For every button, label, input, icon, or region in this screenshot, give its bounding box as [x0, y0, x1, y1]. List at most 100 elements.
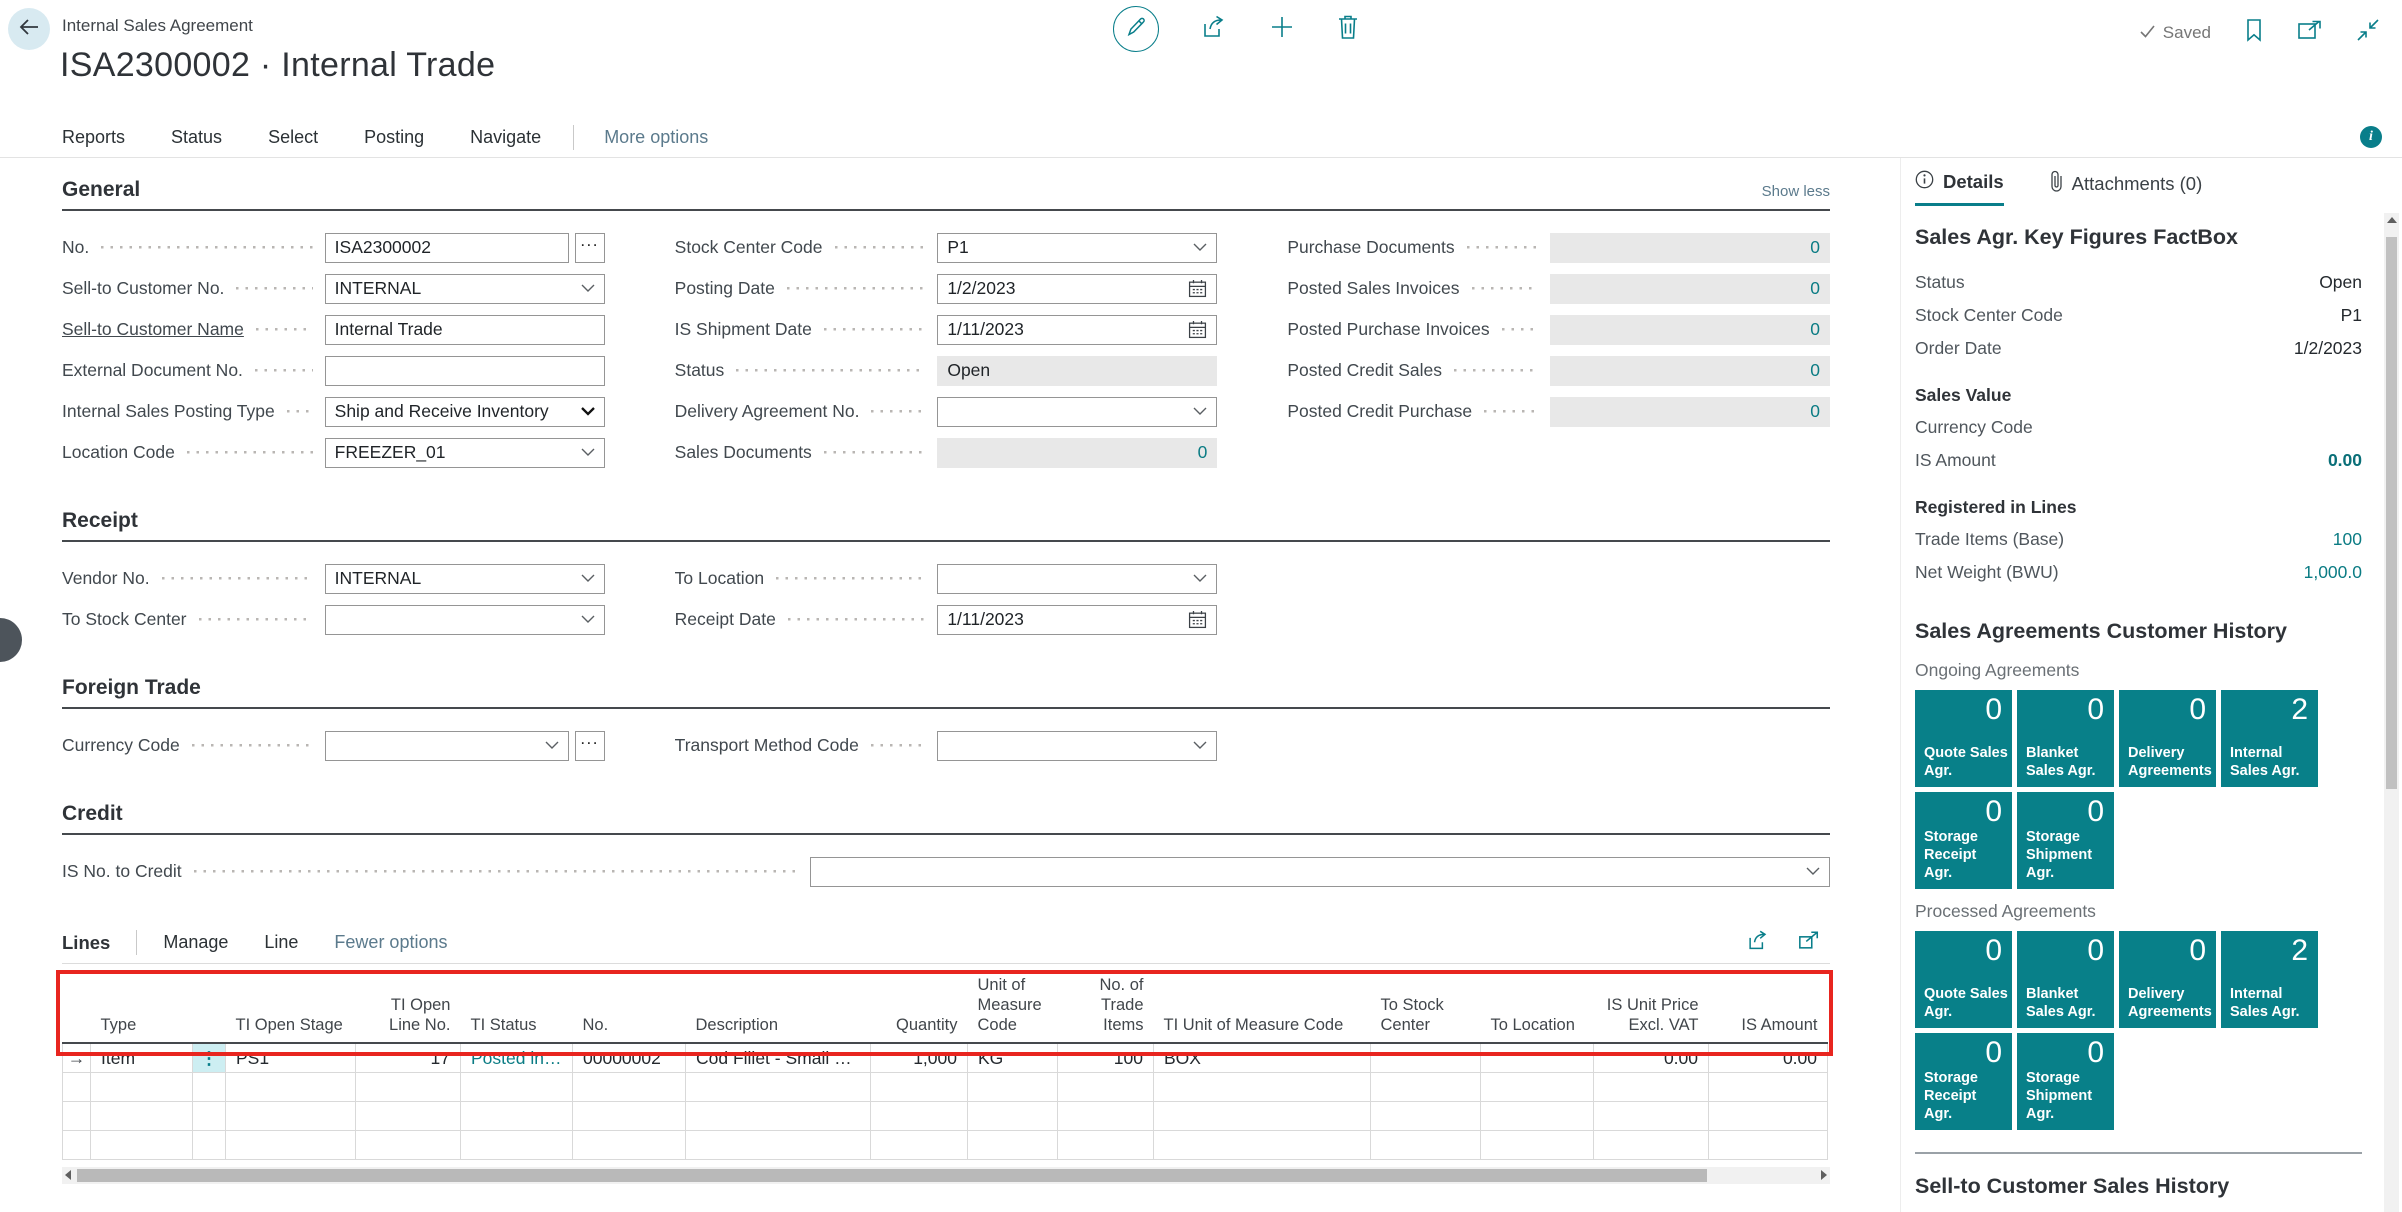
cell-amount[interactable]: 0.00 [1708, 1043, 1828, 1073]
back-button[interactable] [8, 8, 50, 50]
collapse-button[interactable] [2356, 18, 2380, 47]
drilldown-link[interactable]: 0 [1810, 360, 1820, 381]
info-button[interactable] [2360, 126, 2382, 148]
edit-button[interactable] [1113, 6, 1159, 52]
more-options-button[interactable]: More options [604, 127, 708, 148]
drilldown-link[interactable]: 0 [1810, 237, 1820, 258]
drilldown-link[interactable]: 0 [1810, 319, 1820, 340]
drilldown-link[interactable]: 0 [1198, 442, 1208, 463]
assist-edit-button[interactable] [574, 730, 605, 761]
tile-delivery-agreements[interactable]: 0 Delivery Agreements [2119, 690, 2216, 787]
tile-storage-receipt-agr[interactable]: 0 Storage Receipt Agr. [1915, 1033, 2012, 1130]
lines-menu-line[interactable]: Line [264, 932, 298, 953]
tile-storage-receipt-agr[interactable]: 0 Storage Receipt Agr. [1915, 792, 2012, 889]
field-input-currency-code[interactable] [324, 730, 569, 761]
cell-unit_price[interactable]: 0.00 [1593, 1043, 1709, 1073]
drilldown-link[interactable]: 0 [1810, 278, 1820, 299]
chevron-down-icon[interactable] [1187, 741, 1207, 750]
field-input-is-no-to-credit[interactable] [810, 856, 1830, 887]
lines-menu-manage[interactable]: Manage [163, 932, 228, 953]
assist-edit-button[interactable] [574, 232, 605, 263]
tile-blanket-sales-agr[interactable]: 0 Blanket Sales Agr. [2017, 690, 2114, 787]
row-more-options-button[interactable]: ⋮ [192, 1043, 226, 1073]
cell-ti_open_line_no[interactable]: 17 [355, 1043, 461, 1073]
menu-item-navigate[interactable]: Navigate [470, 127, 541, 148]
open-in-new-window-button[interactable] [2297, 19, 2322, 46]
panel-scrollbar[interactable] [2384, 213, 2399, 1212]
field-input-is-shipment-date[interactable]: 1/11/2023 [937, 314, 1218, 345]
chevron-down-icon[interactable] [539, 741, 559, 750]
chevron-down-icon[interactable] [575, 574, 595, 583]
field-input-delivery-agreement-no[interactable] [937, 396, 1218, 427]
field-input-sell-to-customer-no[interactable]: INTERNAL [324, 273, 605, 304]
scroll-up-arrow[interactable] [2386, 217, 2397, 223]
section-general-title[interactable]: General [62, 178, 140, 202]
chevron-down-icon[interactable] [575, 615, 595, 624]
tile-quote-sales-agr[interactable]: 0 Quote Sales Agr. [1915, 931, 2012, 1028]
cell-to_stock_center[interactable] [1370, 1043, 1481, 1073]
panel-scrollbar-thumb[interactable] [2386, 237, 2397, 789]
calendar-icon[interactable] [1182, 610, 1207, 629]
row-select-arrow[interactable]: → [62, 1043, 91, 1073]
section-foreign-trade-title[interactable]: Foreign Trade [62, 676, 201, 700]
chevron-down-icon[interactable] [575, 448, 595, 457]
field-input-sell-to-customer-name[interactable]: Internal Trade [324, 314, 605, 345]
tile-blanket-sales-agr[interactable]: 0 Blanket Sales Agr. [2017, 931, 2114, 1028]
cell-ti_uom[interactable]: BOX [1153, 1043, 1371, 1073]
field-input-to-location[interactable] [937, 563, 1218, 594]
calendar-icon[interactable] [1182, 320, 1207, 339]
tile-storage-shipment-agr[interactable]: 0 Storage Shipment Agr. [2017, 792, 2114, 889]
menu-item-select[interactable]: Select [268, 127, 318, 148]
tab-attachments[interactable]: Attachments (0) [2050, 170, 2202, 207]
panel-expand-handle[interactable] [0, 618, 22, 662]
field-input-vendor-no[interactable]: INTERNAL [324, 563, 605, 594]
chevron-down-icon[interactable] [1800, 867, 1820, 876]
factbox-value-link[interactable]: 100 [2333, 529, 2362, 550]
field-input-receipt-date[interactable]: 1/11/2023 [937, 604, 1218, 635]
bookmark-button[interactable] [2245, 18, 2263, 47]
section-credit-title[interactable]: Credit [62, 802, 123, 826]
chevron-down-icon[interactable] [575, 284, 595, 293]
scrollbar-thumb[interactable] [77, 1168, 1707, 1182]
horizontal-scrollbar[interactable] [62, 1166, 1830, 1184]
tile-storage-shipment-agr[interactable]: 0 Storage Shipment Agr. [2017, 1033, 2114, 1130]
cell-description[interactable]: Cod Fillet - Small Fillet [685, 1043, 871, 1073]
scroll-left-arrow[interactable] [65, 1170, 71, 1181]
cell-ti_open_stage[interactable]: PS1 [225, 1043, 356, 1073]
cell-ti_status[interactable]: Posted in (Na... [460, 1043, 573, 1073]
cell-uom[interactable]: KG [967, 1043, 1058, 1073]
field-input-internal-sales-posting-type[interactable]: Ship and Receive Inventory [324, 396, 605, 427]
cell-type[interactable]: Item [90, 1043, 193, 1073]
cell-trade_items[interactable]: 100 [1057, 1043, 1154, 1073]
new-button[interactable] [1269, 14, 1295, 45]
factbox-value-link[interactable]: 1,000.0 [2304, 562, 2362, 583]
tile-internal-sales-agr[interactable]: 2 Internal Sales Agr. [2221, 931, 2318, 1028]
lines-open-in-new-button[interactable] [1798, 930, 1820, 956]
tile-quote-sales-agr[interactable]: 0 Quote Sales Agr. [1915, 690, 2012, 787]
drilldown-link[interactable]: 0 [1810, 401, 1820, 422]
field-input-posting-date[interactable]: 1/2/2023 [937, 273, 1218, 304]
field-input-no[interactable]: ISA2300002 [324, 232, 569, 263]
show-less-link[interactable]: Show less [1762, 183, 1830, 202]
share-button[interactable] [1201, 15, 1227, 44]
fewer-options-button[interactable]: Fewer options [334, 932, 447, 953]
chevron-down-icon[interactable] [1187, 243, 1207, 252]
field-input-location-code[interactable]: FREEZER_01 [324, 437, 605, 468]
scroll-right-arrow[interactable] [1821, 1170, 1827, 1181]
cell-to_location[interactable] [1480, 1043, 1594, 1073]
cell-no[interactable]: 00000002 [572, 1043, 686, 1073]
tile-internal-sales-agr[interactable]: 2 Internal Sales Agr. [2221, 690, 2318, 787]
menu-item-posting[interactable]: Posting [364, 127, 424, 148]
field-input-to-stock-center[interactable] [324, 604, 605, 635]
field-input-stock-center-code[interactable]: P1 [937, 232, 1218, 263]
tile-delivery-agreements[interactable]: 0 Delivery Agreements [2119, 931, 2216, 1028]
field-input-external-document-no[interactable] [324, 355, 605, 386]
cell-quantity[interactable]: 1,000 [870, 1043, 968, 1073]
menu-item-status[interactable]: Status [171, 127, 222, 148]
chevron-down-icon[interactable] [1187, 574, 1207, 583]
menu-item-reports[interactable]: Reports [62, 127, 125, 148]
lines-share-button[interactable] [1746, 930, 1770, 956]
tab-details[interactable]: Details [1915, 170, 2004, 206]
field-label-link[interactable]: Sell-to Customer Name [62, 319, 244, 340]
field-input-transport-method-code[interactable] [937, 730, 1218, 761]
